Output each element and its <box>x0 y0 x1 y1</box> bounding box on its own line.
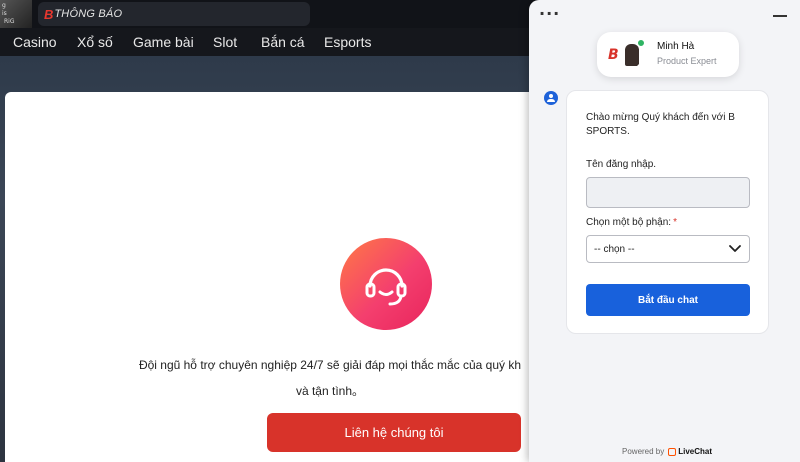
avatar-text-2: is <box>2 10 7 17</box>
user-icon <box>544 91 558 105</box>
support-description-line-2: và tận tình。 <box>295 384 365 398</box>
department-selected-value: -- chọn -- <box>594 244 635 255</box>
more-horizontal-icon[interactable]: ··· <box>539 6 560 22</box>
online-status-icon <box>637 39 645 47</box>
notice-title: THÔNG BÁO <box>54 8 123 20</box>
username-label: Tên đăng nhập. <box>586 159 657 170</box>
start-chat-button[interactable]: Bắt đầu chat <box>586 284 750 316</box>
agent-card: B Minh Hà Product Expert <box>597 32 739 77</box>
support-description: Đội ngũ hỗ trợ chuyên nghiệp 24/7 sẽ giả… <box>120 352 540 404</box>
livechat-panel: ··· B Minh Hà Product Expert Chào mừng Q… <box>529 0 800 462</box>
notice-banner[interactable]: B THÔNG BÁO <box>38 2 310 26</box>
agent-logo: B <box>608 47 619 63</box>
user-avatar[interactable]: g is RiG <box>0 0 32 28</box>
support-card <box>5 92 565 462</box>
agent-role: Product Expert <box>657 56 717 66</box>
headset-icon <box>340 238 432 330</box>
livechat-brand: LiveChat <box>678 447 713 456</box>
welcome-message: Chào mừng Quý khách đến với B SPORTS. <box>586 112 735 137</box>
nav-item-casino[interactable]: Casino <box>13 34 57 50</box>
livechat-logo-icon <box>668 447 677 456</box>
nav-item-esports[interactable]: Esports <box>324 34 371 50</box>
username-input[interactable] <box>586 177 750 208</box>
nav-item-fishing[interactable]: Bắn cá <box>261 34 305 50</box>
chevron-down-icon <box>729 245 741 252</box>
support-description-line-1: Đội ngũ hỗ trợ chuyên nghiệp 24/7 sẽ giả… <box>138 358 522 372</box>
nav-item-card-games[interactable]: Game bài <box>133 34 194 50</box>
contact-us-button[interactable]: Liên hệ chúng tôi <box>267 413 521 452</box>
prechat-form: Chào mừng Quý khách đến với B SPORTS. Tê… <box>566 90 769 334</box>
powered-by-text: Powered by <box>622 447 665 456</box>
department-label-text: Chọn một bộ phận: <box>586 217 672 228</box>
avatar-text-3: RiG <box>4 18 15 25</box>
brand-logo-icon: B <box>44 6 54 22</box>
agent-name: Minh Hà <box>657 41 695 52</box>
department-select[interactable]: -- chọn -- <box>586 235 750 263</box>
powered-by[interactable]: Powered by LiveChat <box>622 447 712 456</box>
nav-item-lottery[interactable]: Xổ số <box>77 34 113 50</box>
avatar-text-1: g <box>2 2 6 9</box>
department-label: Chọn một bộ phận: * <box>586 217 677 228</box>
minimize-icon[interactable] <box>773 15 787 17</box>
agent-figure <box>625 44 639 66</box>
required-mark: * <box>673 217 677 228</box>
nav-item-slot[interactable]: Slot <box>213 34 237 50</box>
